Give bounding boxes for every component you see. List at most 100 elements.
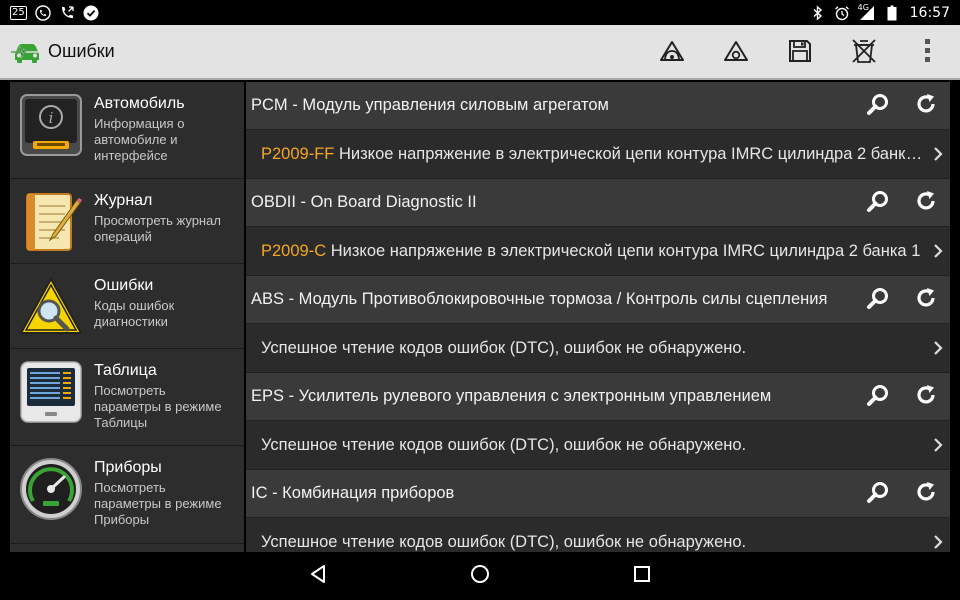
sidebar-item-desc: Коды ошибок диагностики (94, 298, 175, 329)
magnifier-icon (866, 383, 890, 411)
warning-light-icon (723, 40, 749, 66)
sidebar-item-title: Автомобиль (94, 95, 185, 112)
module-refresh-button[interactable] (902, 276, 950, 324)
refresh-icon (915, 384, 937, 410)
dtc-description: Успешное чтение кодов ошибок (DTC), ошиб… (246, 436, 928, 455)
action-bar: Ошибки (0, 25, 960, 80)
save-icon (788, 39, 812, 67)
dtc-row[interactable]: P2009-C Низкое напряжение в электрическо… (246, 227, 950, 276)
page-title: Ошибки (48, 41, 115, 61)
back-button[interactable] (288, 552, 348, 600)
overflow-menu-button[interactable] (896, 25, 960, 80)
phone-call-icon (59, 5, 75, 21)
module-refresh-button[interactable] (902, 179, 950, 227)
checkmark-app-icon (83, 5, 99, 21)
module-search-button[interactable] (854, 179, 902, 227)
magnifier-icon (866, 92, 890, 120)
sidebar-item-title: Таблица (94, 362, 157, 379)
notification-badge-icon: 25 (10, 5, 27, 20)
app-logo-icon[interactable] (10, 35, 44, 69)
module-header-row: OBDII - On Board Diagnostic II (246, 179, 950, 227)
module-search-button[interactable] (854, 82, 902, 130)
sidebar-item-journal[interactable]: Журнал Просмотреть журнал операций (10, 179, 244, 264)
check-engine-icon (659, 40, 685, 66)
sidebar-item-desc: Просмотреть журнал операций (94, 213, 221, 244)
recents-button[interactable] (612, 552, 672, 600)
dtc-message: Успешное чтение кодов ошибок (DTC), ошиб… (261, 435, 747, 454)
status-bar: 25 4G 16:57 (0, 0, 960, 25)
module-header-row: EPS - Усилитель рулевого управления с эл… (246, 373, 950, 421)
warning-light-button[interactable] (704, 25, 768, 80)
dtc-message: Успешное чтение кодов ошибок (DTC), ошиб… (261, 532, 747, 551)
magnifier-icon (866, 480, 890, 508)
phone-app-icon (35, 4, 51, 21)
refresh-icon (915, 481, 937, 507)
dtc-row[interactable]: Успешное чтение кодов ошибок (DTC), ошиб… (246, 324, 950, 373)
dtc-code: P2009-FF (261, 144, 335, 163)
dtc-message: Низкое напряжение в электрической цепи к… (330, 241, 921, 260)
table-display-icon (18, 359, 84, 425)
dtc-description: P2009-FF Низкое напряжение в электрическ… (246, 145, 928, 164)
dtc-description: Успешное чтение кодов ошибок (DTC), ошиб… (246, 339, 928, 358)
module-header-row: ABS - Модуль Противоблокировочные тормоз… (246, 276, 950, 324)
sidebar-item-gauges[interactable]: Приборы Посмотреть параметры в режиме Пр… (10, 446, 244, 544)
module-search-button[interactable] (854, 470, 902, 518)
chevron-right-icon (928, 535, 948, 549)
dtc-row[interactable]: Успешное чтение кодов ошибок (DTC), ошиб… (246, 421, 950, 470)
home-button[interactable] (450, 552, 510, 600)
clear-codes-button[interactable] (832, 25, 896, 80)
check-engine-button[interactable] (640, 25, 704, 80)
sidebar-item-table[interactable]: Таблица Посмотреть параметры в режиме Та… (10, 349, 244, 446)
sidebar: i Автомобиль Информация о автомобиле и и… (10, 82, 244, 552)
overflow-menu-icon (924, 38, 932, 68)
network-type-label: 4G (857, 2, 869, 12)
action-bar-actions (640, 25, 960, 80)
sidebar-item-vehicle[interactable]: i Автомобиль Информация о автомобиле и и… (10, 82, 244, 179)
module-search-button[interactable] (854, 276, 902, 324)
dtc-message: Низкое напряжение в электрической цепи к… (338, 144, 928, 163)
chevron-right-icon (928, 244, 948, 258)
magnifier-icon (866, 189, 890, 217)
status-time: 16:57 (909, 4, 950, 21)
sidebar-item-errors[interactable]: Ошибки Коды ошибок диагностики (10, 264, 244, 349)
back-triangle-icon (309, 564, 327, 588)
module-refresh-button[interactable] (902, 373, 950, 421)
bluetooth-icon (810, 4, 826, 21)
recents-square-icon (633, 565, 651, 587)
sidebar-item-title: Ошибки (94, 277, 154, 294)
chevron-right-icon (928, 341, 948, 355)
journal-notebook-icon (18, 189, 84, 255)
sidebar-item-text: Автомобиль Информация о автомобиле и инт… (94, 92, 236, 164)
status-bar-right: 4G 16:57 (810, 2, 950, 21)
sidebar-item-desc: Посмотреть параметры в режиме Таблицы (94, 383, 222, 430)
gauge-dial-icon (18, 456, 84, 522)
refresh-icon (915, 190, 937, 216)
module-refresh-button[interactable] (902, 82, 950, 130)
sidebar-item-title: Приборы (94, 459, 162, 476)
module-header-row: IC - Комбинация приборов (246, 470, 950, 518)
clear-codes-icon (851, 38, 877, 68)
chevron-right-icon (928, 147, 948, 161)
sidebar-item-text: Таблица Посмотреть параметры в режиме Та… (94, 359, 236, 431)
refresh-icon (915, 93, 937, 119)
save-button[interactable] (768, 25, 832, 80)
module-header-row: PCM - Модуль управления силовым агрегато… (246, 82, 950, 130)
navigation-bar (0, 552, 960, 600)
dtc-description: P2009-C Низкое напряжение в электрическо… (246, 242, 928, 261)
magnifier-icon (866, 286, 890, 314)
module-title: ABS - Модуль Противоблокировочные тормоз… (251, 290, 828, 308)
dtc-message: Успешное чтение кодов ошибок (DTC), ошиб… (261, 338, 747, 357)
sidebar-item-title: Журнал (94, 192, 153, 209)
dtc-module-list: PCM - Модуль управления силовым агрегато… (246, 82, 950, 552)
home-circle-icon (470, 564, 490, 588)
module-search-button[interactable] (854, 373, 902, 421)
dtc-row[interactable]: P2009-FF Низкое напряжение в электрическ… (246, 130, 950, 179)
status-bar-left: 25 (10, 4, 99, 21)
alarm-icon (834, 5, 850, 21)
module-refresh-button[interactable] (902, 470, 950, 518)
refresh-icon (915, 287, 937, 313)
sidebar-item-desc: Посмотреть параметры в режиме Приборы (94, 480, 222, 527)
chevron-right-icon (928, 438, 948, 452)
dtc-row[interactable]: Успешное чтение кодов ошибок (DTC), ошиб… (246, 518, 950, 552)
signal-icon: 4G (857, 2, 876, 21)
